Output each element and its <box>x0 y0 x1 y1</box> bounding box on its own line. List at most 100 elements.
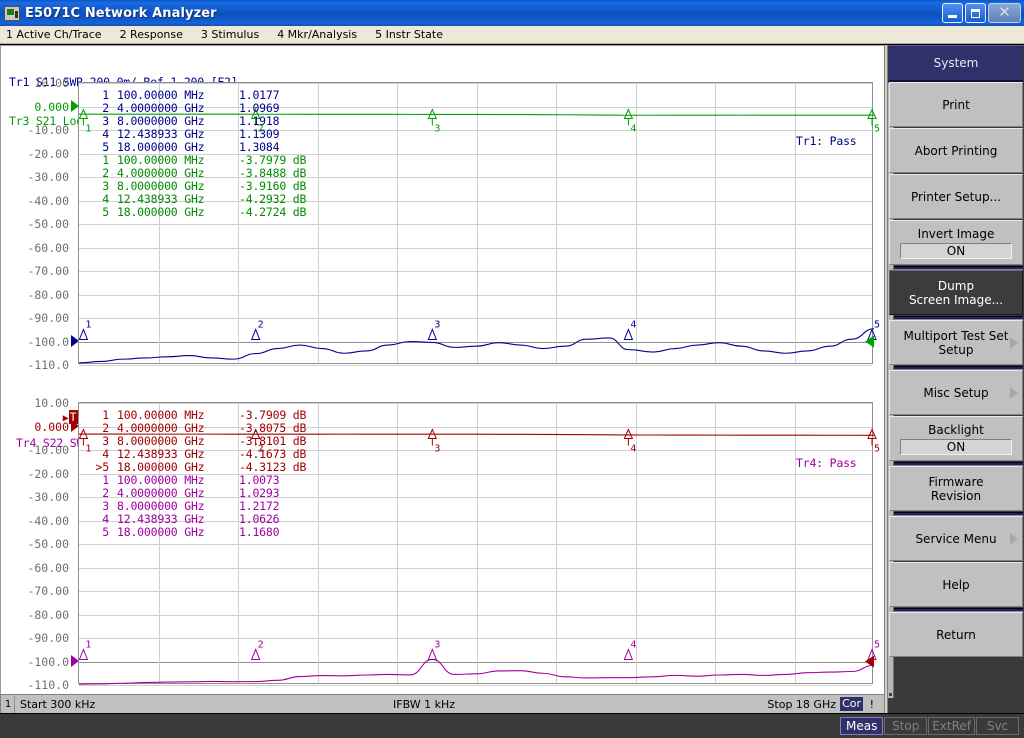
marker-4-swr: 4 <box>623 320 636 340</box>
upper-marker-table-blue: 1 100.00000 MHz -3.7979 dB 2 4.0000000 GHz -3… <box>87 154 306 219</box>
softkey-dump-screen-image[interactable]: Dump Screen Image... <box>889 270 1023 315</box>
svg-text:2: 2 <box>258 640 264 651</box>
y-tick-label: -50.00 <box>27 217 69 231</box>
svg-text:3: 3 <box>434 320 440 331</box>
y-tick-label: -90.00 <box>27 311 69 325</box>
lower-marker-table-red: 1 100.00000 MHz -3.7909 dB 2 4.0000000 GHz -3… <box>87 409 307 474</box>
marker-4-swr: 4 <box>623 640 636 660</box>
y-tick-label: -10.00 <box>27 443 69 457</box>
softkey-label: Misc Setup <box>923 385 989 400</box>
softkey-abort-printing[interactable]: Abort Printing <box>889 128 1023 173</box>
minimize-button[interactable] <box>942 3 963 23</box>
menu-stimulus[interactable]: 3 Stimulus <box>192 26 268 43</box>
menu-instr-state[interactable]: 5 Instr State <box>366 26 452 43</box>
y-tick-label: -100.0 <box>27 654 69 669</box>
softkey-toggle-value[interactable]: ON <box>900 242 1012 259</box>
svg-text:2: 2 <box>258 320 264 331</box>
marker-value: -4.2724 dB <box>239 205 307 219</box>
softkey-label: Service Menu <box>915 531 997 546</box>
y-tick-label: -20.00 <box>27 146 69 161</box>
softkey-return[interactable]: Return <box>889 612 1023 657</box>
svg-text:4: 4 <box>630 444 636 455</box>
status-start-frequency[interactable]: Start 300 kHz <box>15 698 95 711</box>
softkey-label: Invert Image <box>917 226 995 241</box>
y-tick-label: -80.00 <box>27 607 69 622</box>
y-tick-label: -110.0 <box>27 358 69 372</box>
lower-marker-table-purple: 1 100.00000 MHz 1.0073 2 4.0000000 GHz 1.0293… <box>87 474 279 539</box>
y-tick-label: -110.0 <box>27 678 69 692</box>
softkey-invert-image[interactable]: Invert Image ON <box>889 220 1023 265</box>
status-ifbw[interactable]: IFBW 1 kHz <box>393 698 455 711</box>
svg-text:1: 1 <box>85 320 91 331</box>
softkey-multiport-test-set-setup[interactable]: Multiport Test Set Setup <box>889 320 1023 365</box>
svg-text:1: 1 <box>85 640 91 651</box>
marker-row: 5 18.000000 GHz 1.1680 <box>87 526 279 539</box>
marker-2-swr: 2 <box>250 320 264 340</box>
softkey-backlight[interactable]: Backlight ON <box>889 416 1023 461</box>
y-tick-label: -60.00 <box>27 560 69 575</box>
y-tick-label: -80.00 <box>27 287 69 302</box>
softkey-firmware-revision[interactable]: Firmware Revision <box>889 466 1023 511</box>
softkey-service-menu[interactable]: Service Menu <box>889 516 1023 561</box>
softkey-label: Print <box>942 97 970 112</box>
marker-number: 5 <box>102 205 109 219</box>
softkey-label: Help <box>942 577 970 592</box>
y-tick-label: 0.000 <box>34 99 69 114</box>
status-correction-badge[interactable]: Cor <box>840 697 863 711</box>
status-stop-frequency[interactable]: Stop 18 GHz <box>767 698 836 711</box>
maximize-button[interactable] <box>965 3 986 23</box>
y-tick-label: -70.00 <box>27 264 69 278</box>
softkey-label: Multiport Test Set Setup <box>903 328 1009 357</box>
y-tick-label: -30.00 <box>27 490 69 504</box>
y-tick-label: 10.00 <box>34 396 69 410</box>
softkey-label: Printer Setup... <box>910 189 1002 204</box>
y-tick-label: -20.00 <box>27 466 69 481</box>
y-tick-label: 10.00 <box>34 76 69 90</box>
softkey-label: Abort Printing <box>914 143 998 158</box>
menu-active-ch-trace[interactable]: 1 Active Ch/Trace <box>0 26 111 43</box>
softkey-label: Dump Screen Image... <box>908 278 1004 307</box>
y-tick-label: -50.00 <box>27 537 69 551</box>
grid-line-horizontal <box>79 365 872 366</box>
svg-text:3: 3 <box>434 124 440 135</box>
indicator-stop[interactable]: Stop <box>884 717 928 735</box>
maximize-icon <box>971 8 980 18</box>
marker-row: 5 18.000000 GHz -4.2724 dB <box>87 206 306 219</box>
app-icon <box>4 5 20 21</box>
indicator-meas[interactable]: Meas <box>840 717 884 735</box>
close-button[interactable]: ✕ <box>988 3 1021 23</box>
svg-text:3: 3 <box>434 640 440 651</box>
indicator-svc[interactable]: Svc <box>976 717 1019 735</box>
trace-line <box>78 328 875 364</box>
softkey-label: Backlight <box>928 422 984 437</box>
y-tick-label: -100.0 <box>27 334 69 349</box>
softkey-misc-setup[interactable]: Misc Setup <box>889 370 1023 415</box>
svg-text:4: 4 <box>630 320 636 331</box>
menu-response[interactable]: 2 Response <box>111 26 192 43</box>
marker-frequency: 18.000000 GHz <box>117 525 205 539</box>
window-controls: ✕ <box>942 3 1021 23</box>
softkey-print[interactable]: Print <box>889 82 1023 127</box>
marker-3-swr: 3 <box>427 320 440 340</box>
chevron-right-icon <box>1010 336 1018 349</box>
softkey-label: Return <box>936 627 976 642</box>
svg-text:5: 5 <box>874 640 880 651</box>
softkey-toggle-value[interactable]: ON <box>900 438 1012 455</box>
svg-text:5: 5 <box>874 320 880 331</box>
indicator-extref[interactable]: ExtRef <box>928 717 975 735</box>
y-tick-label: -40.00 <box>27 513 69 528</box>
marker-value: 1.1680 <box>239 525 280 539</box>
upper-marker-table-green: 1 100.00000 MHz 1.0177 2 4.0000000 GHz 1.0969… <box>87 89 279 154</box>
lower-pass-label: Tr4: Pass <box>796 456 857 470</box>
softkey-panel: System Print Abort Printing Printer Setup.… <box>888 45 1024 713</box>
status-bar: 1 Start 300 kHz IFBW 1 kHz Stop 18 GHz C… <box>0 694 884 713</box>
chevron-right-icon <box>1010 532 1018 545</box>
softkey-printer-setup[interactable]: Printer Setup... <box>889 174 1023 219</box>
menu-mkr-analysis[interactable]: 4 Mkr/Analysis <box>268 26 366 43</box>
marker-4-db: 4 <box>623 108 636 135</box>
softkey-help[interactable]: Help <box>889 562 1023 607</box>
close-icon: ✕ <box>998 2 1011 21</box>
marker-frequency: 18.000000 GHz <box>117 205 205 219</box>
softkey-label: Firmware Revision <box>928 474 984 503</box>
svg-text:4: 4 <box>630 640 636 651</box>
